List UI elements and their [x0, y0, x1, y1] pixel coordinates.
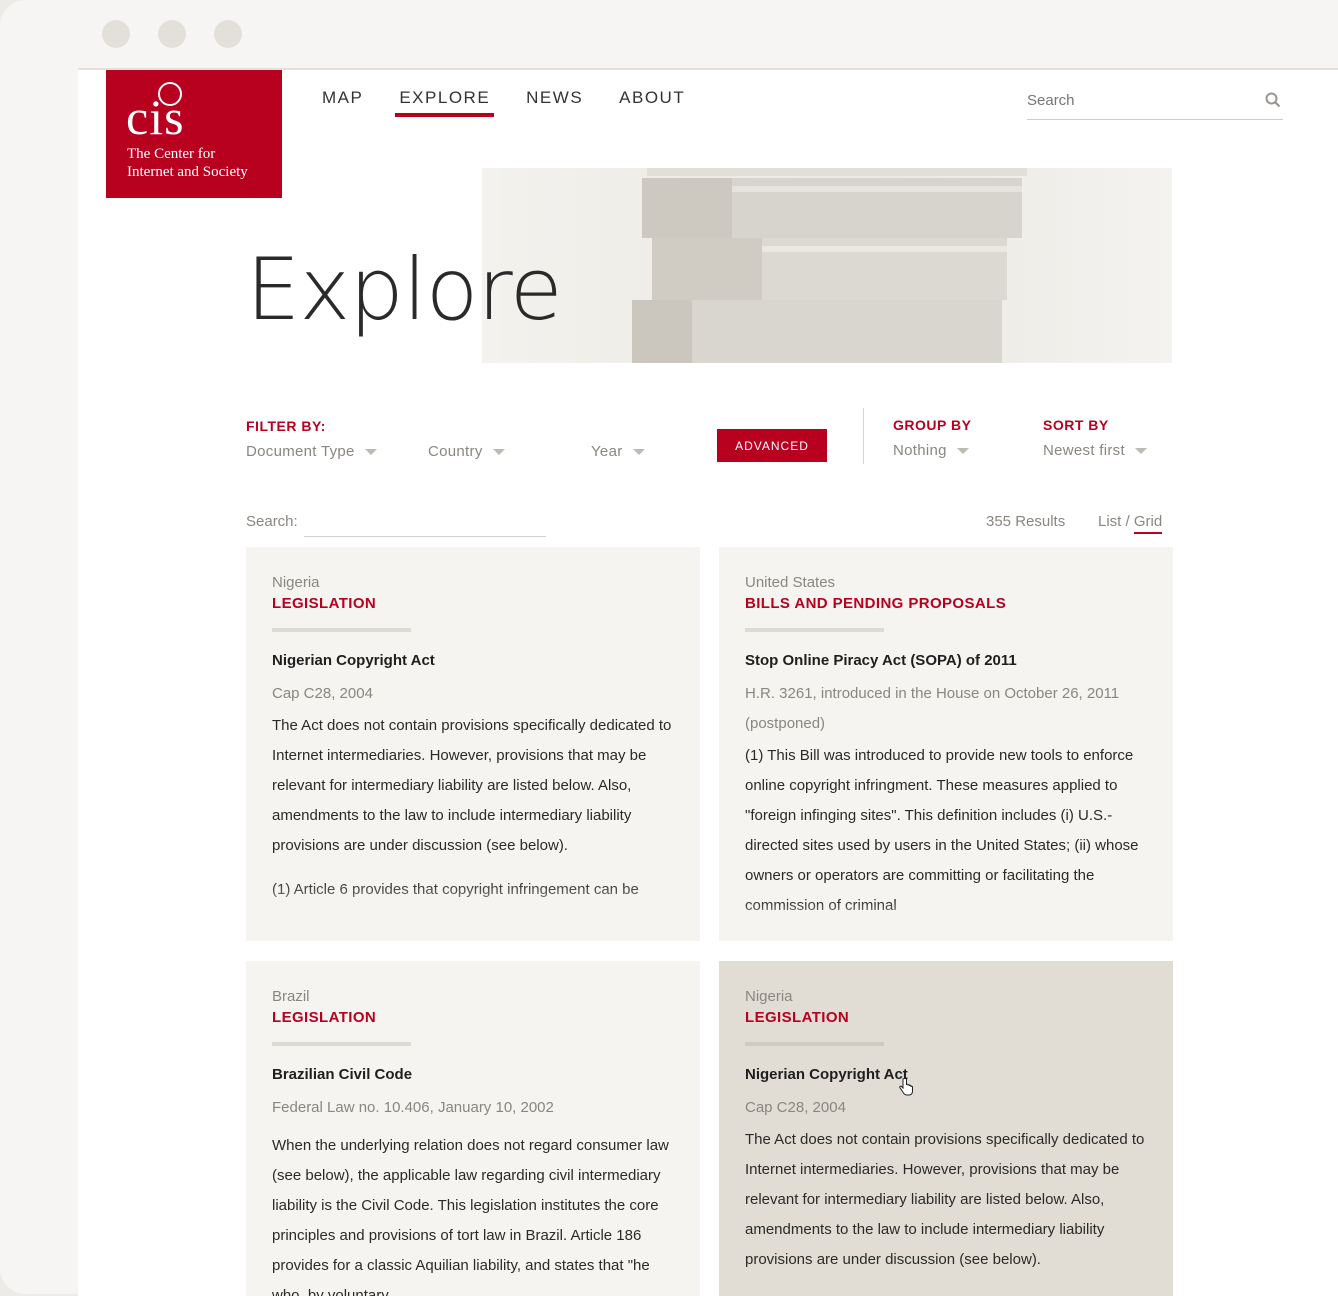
- logo-line-2: Internet and Society: [127, 164, 248, 180]
- page-title: Explore: [246, 240, 563, 340]
- chevron-down-icon: [1134, 447, 1147, 454]
- nav-item-map[interactable]: MAP: [322, 88, 363, 116]
- filter-divider: [863, 408, 864, 464]
- chevron-down-icon: [364, 448, 377, 455]
- card-doctype: BILLS AND PENDING PROPOSALS: [745, 595, 1007, 612]
- group-by-dropdown[interactable]: Nothing: [893, 442, 969, 459]
- group-by-label: GROUP BY: [893, 417, 972, 433]
- card-subtitle: Cap C28, 2004: [745, 1099, 846, 1116]
- year-value: Year: [591, 443, 623, 460]
- card-description: The Act does not contain provisions spec…: [745, 1131, 1145, 1268]
- result-card[interactable]: Brazil LEGISLATION Brazilian Civil Code …: [246, 961, 700, 1296]
- card-doctype: LEGISLATION: [745, 1009, 850, 1026]
- hand-cursor-icon: [899, 1078, 913, 1096]
- search-icon[interactable]: [1265, 92, 1281, 108]
- page-content: cis The Center for Internet and Society …: [78, 68, 1338, 1296]
- card-subtitle: Federal Law no. 10.406, January 10, 2002: [272, 1099, 554, 1116]
- sort-by-label: SORT BY: [1043, 417, 1109, 433]
- group-by-value: Nothing: [893, 442, 947, 459]
- card-subtitle: Cap C28, 2004: [272, 685, 373, 702]
- sort-by-dropdown[interactable]: Newest first: [1043, 442, 1147, 459]
- result-card[interactable]: Nigeria LEGISLATION Nigerian Copyright A…: [246, 547, 700, 941]
- card-doctype: LEGISLATION: [272, 595, 377, 612]
- sort-by-value: Newest first: [1043, 442, 1125, 459]
- result-card-hovered[interactable]: Nigeria LEGISLATION Nigerian Copyright A…: [719, 961, 1173, 1296]
- window-controls: [102, 20, 242, 48]
- chevron-down-icon: [632, 448, 645, 455]
- list-search-label: Search:: [246, 513, 298, 530]
- year-dropdown[interactable]: Year: [591, 443, 645, 460]
- hero-books-image: [482, 168, 1172, 363]
- card-rule: [745, 628, 884, 632]
- country-dropdown[interactable]: Country: [428, 443, 505, 460]
- card-title[interactable]: Stop Online Piracy Act (SOPA) of 2011: [745, 651, 1151, 671]
- main-nav: MAP EXPLORE NEWS ABOUT: [322, 88, 721, 117]
- view-toggle: List / Grid: [1098, 513, 1163, 534]
- view-grid-link[interactable]: Grid: [1133, 513, 1163, 534]
- logo-mark: cis: [126, 89, 185, 145]
- results-count: 355 Results: [986, 513, 1066, 530]
- view-separator: /: [1125, 513, 1130, 530]
- card-country: United States: [745, 574, 836, 591]
- document-type-dropdown[interactable]: Document Type: [246, 443, 377, 460]
- country-value: Country: [428, 443, 483, 460]
- card-title[interactable]: Nigerian Copyright Act: [272, 651, 678, 671]
- list-search-input[interactable]: [304, 510, 546, 537]
- logo-line-1: The Center for: [127, 146, 216, 162]
- advanced-button[interactable]: ADVANCED: [717, 429, 827, 462]
- card-subtitle: H.R. 3261, introduced in the House on Oc…: [745, 685, 1120, 732]
- card-rule: [272, 628, 411, 632]
- card-description: When the underlying relation does not re…: [272, 1137, 669, 1296]
- card-fade: [246, 881, 700, 941]
- browser-window: cis The Center for Internet and Society …: [0, 0, 1338, 1296]
- window-maximize-dot[interactable]: [214, 20, 242, 48]
- card-title[interactable]: Nigerian Copyright Act: [745, 1065, 1151, 1085]
- nav-item-explore[interactable]: EXPLORE: [395, 88, 494, 117]
- card-description: The Act does not contain provisions spec…: [272, 717, 672, 854]
- card-description: (1) This Bill was introduced to provide …: [745, 747, 1139, 914]
- chevron-down-icon: [956, 447, 969, 454]
- site-search: [1027, 88, 1283, 120]
- window-close-dot[interactable]: [102, 20, 130, 48]
- card-country: Nigeria: [272, 574, 320, 591]
- card-title[interactable]: Brazilian Civil Code: [272, 1065, 678, 1085]
- document-type-value: Document Type: [246, 443, 355, 460]
- card-rule: [745, 1042, 884, 1046]
- filter-by-label: FILTER BY:: [246, 418, 326, 434]
- card-country: Brazil: [272, 988, 310, 1005]
- nav-item-about[interactable]: ABOUT: [619, 88, 685, 116]
- chevron-down-icon: [492, 448, 505, 455]
- window-minimize-dot[interactable]: [158, 20, 186, 48]
- cis-logo[interactable]: cis The Center for Internet and Society: [106, 70, 282, 198]
- result-card[interactable]: United States BILLS AND PENDING PROPOSAL…: [719, 547, 1173, 941]
- view-list-link[interactable]: List: [1098, 513, 1121, 530]
- site-search-input[interactable]: [1027, 88, 1247, 113]
- card-rule: [272, 1042, 411, 1046]
- nav-item-news[interactable]: NEWS: [526, 88, 583, 116]
- card-fade: [719, 901, 1173, 941]
- card-doctype: LEGISLATION: [272, 1009, 377, 1026]
- card-country: Nigeria: [745, 988, 793, 1005]
